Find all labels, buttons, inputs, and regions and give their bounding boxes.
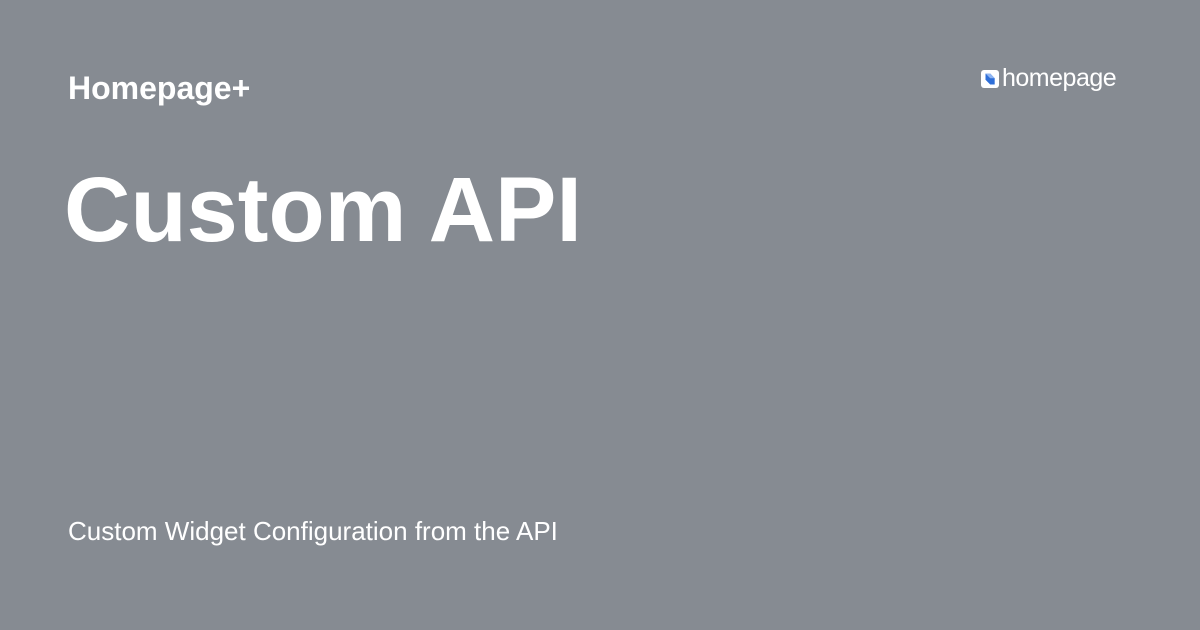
logo-wordmark: homepage [1002,64,1117,92]
page-description: Custom Widget Configuration from the API [68,516,558,546]
homepage-logo: homepage [981,64,1117,94]
site-name: Homepage+ [68,70,251,106]
page-title: Custom API [64,159,582,261]
homepage-logo-icon [981,70,999,88]
social-card: Homepage+ Custom API Custom Widget Confi… [0,0,1200,630]
